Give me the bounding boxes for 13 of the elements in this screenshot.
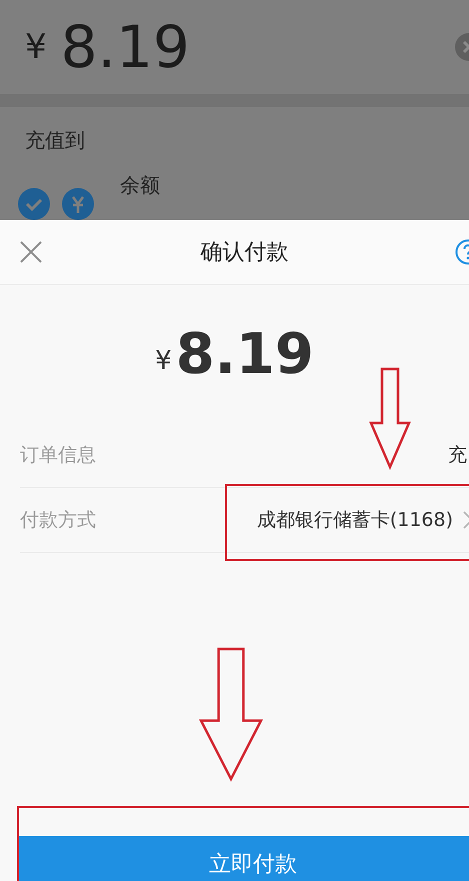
option-label: 余额 <box>120 172 160 199</box>
payment-amount: 8.19 <box>176 322 314 386</box>
sheet-title: 确认付款 <box>200 239 288 267</box>
currency-symbol: ¥ <box>155 346 172 376</box>
currency-symbol: ¥ <box>25 26 47 67</box>
amount-value: 8.19 <box>60 12 190 81</box>
row-label: 订单信息 <box>20 443 96 468</box>
checkbox[interactable] <box>18 188 50 220</box>
close-icon[interactable] <box>20 241 42 263</box>
row-label: 付款方式 <box>20 508 96 533</box>
row-value[interactable]: 成都银行储蓄卡(1168) <box>256 507 453 533</box>
section-label: 充值到 <box>24 127 86 154</box>
row-value: 充 <box>448 443 467 468</box>
